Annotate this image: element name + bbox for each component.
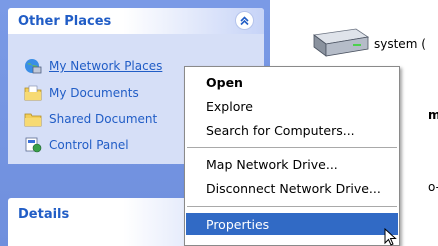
folder-icon: [24, 110, 42, 128]
place-label: Control Panel: [49, 138, 129, 152]
menu-item-open[interactable]: Open: [186, 71, 398, 93]
place-my-documents[interactable]: My Documents: [24, 83, 139, 103]
menu-separator: [187, 206, 397, 207]
place-label: My Network Places: [49, 59, 163, 73]
control-panel-icon: [24, 136, 42, 154]
drive-label[interactable]: system (: [374, 37, 426, 51]
context-menu: Open Explore Search for Computers... Map…: [184, 66, 400, 246]
folder-documents-icon: [24, 84, 42, 102]
other-places-title: Other Places: [18, 14, 112, 29]
place-label: Shared Document: [49, 112, 158, 126]
details-title: Details: [18, 207, 70, 222]
obscured-text: o-: [428, 180, 438, 194]
mouse-cursor-icon: [384, 227, 398, 246]
menu-item-map-network-drive[interactable]: Map Network Drive...: [186, 153, 398, 175]
menu-item-search-for-computers[interactable]: Search for Computers...: [186, 119, 398, 141]
menu-item-explore[interactable]: Explore: [186, 95, 398, 117]
obscured-text: m: [428, 108, 438, 122]
place-shared-documents[interactable]: Shared Document: [24, 109, 157, 129]
collapse-chevron-icon[interactable]: [235, 11, 254, 30]
menu-item-disconnect-network-drive[interactable]: Disconnect Network Drive...: [186, 177, 398, 199]
drive-icon[interactable]: [308, 27, 370, 59]
place-label: My Documents: [49, 86, 139, 100]
place-control-panel[interactable]: Control Panel: [24, 135, 129, 155]
menu-separator: [187, 147, 397, 148]
place-my-network-places[interactable]: My Network Places: [24, 56, 162, 76]
menu-item-properties[interactable]: Properties: [186, 213, 398, 235]
network-places-icon: [24, 57, 42, 75]
other-places-header[interactable]: Other Places: [8, 8, 264, 34]
